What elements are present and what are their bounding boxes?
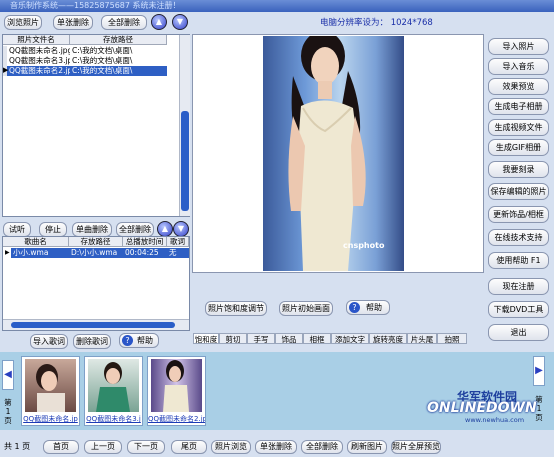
listen-button[interactable]: 试听 [3,222,31,237]
import-music-button[interactable]: 导入音乐 [488,58,549,75]
photo-row-path-selected[interactable]: C:\我的文档\桌面\ [70,66,167,76]
song-row-name[interactable]: 小小.wma [11,248,69,258]
help-label: 帮助 [366,303,382,312]
help-icon: ? [122,335,133,346]
thumbnail-caption[interactable]: QQ截图未命名2.jp [148,414,205,424]
window-title: 音乐制作系统——15825875687 系统未注册！ [0,0,554,12]
onlinedown-logo: 华军软件园 ONLINEDOWN www.newhua.com [427,390,537,424]
delete-single-song-button[interactable]: 单曲删除 [72,222,112,237]
next-page-button[interactable]: 下一页 [127,440,165,454]
song-row-path[interactable]: D:\小小.wma [69,248,123,258]
column-header-path[interactable]: 存放路径 [69,237,123,247]
refresh-photos-button[interactable]: 刷新图片 [347,440,387,454]
arrow-down-icon[interactable]: ▼ [172,14,188,30]
scrollbar-thumb[interactable] [11,322,175,328]
help-f1-button[interactable]: 使用帮助 F1 [488,252,549,269]
arrow-up-icon[interactable]: ▲ [151,14,167,30]
song-row-duration[interactable]: 00:04:25 [123,248,167,258]
thumbnail-item-selected[interactable]: QQ截图未命名2.jp [147,356,206,426]
photo-row-name[interactable]: QQ截图未命名3.jp [7,56,70,66]
saturation-adjust-button[interactable]: 照片饱和度调节 [205,301,267,316]
last-page-button[interactable]: 尾页 [171,440,207,454]
create-video-button[interactable]: 生成视频文件 [488,119,549,136]
tab-crop[interactable]: 剪切 [219,333,247,344]
online-support-button[interactable]: 在线技术支持 [488,229,549,246]
photo-row-path[interactable]: C:\我的文档\桌面\ [70,46,167,56]
update-ornaments-button[interactable]: 更新饰品/相框 [488,206,549,223]
help-icon: ? [349,302,360,313]
resolution-label: 电脑分辨率设为： 1024*768 [320,18,433,28]
photo-browse-button[interactable]: 照片浏览 [211,440,251,454]
photo-help-button[interactable]: ? 帮助 [346,300,390,315]
photo-watermark: cnsphoto [343,241,385,250]
create-gif-button[interactable]: 生成GIF相册 [488,139,549,156]
tab-intro-outro[interactable]: 片头尾 [407,333,437,344]
help-button[interactable]: ? 帮助 [119,333,159,348]
scrollbar-thumb[interactable] [181,111,189,211]
tab-add-text[interactable]: 添加文字 [331,333,369,344]
photo-list: 照片文件名 存放路径 QQ截图未命名.jpg C:\我的文档\桌面\ QQ截图未… [2,34,190,217]
import-photos-button[interactable]: 导入照片 [488,38,549,55]
thumbnail-image [25,359,76,412]
thumbnail-item[interactable]: QQ截图未命名3.j [84,356,143,426]
save-edited-photo-button[interactable]: 保存编辑的照片 [488,183,549,200]
photo-row-path[interactable]: C:\我的文档\桌面\ [70,56,167,66]
thumbnail-image [151,359,202,412]
exit-button[interactable]: 退出 [488,324,549,341]
thumbnail-caption[interactable]: QQ截图未命名3.j [85,414,142,424]
photo-row-name-selected[interactable]: QQ截图未命名2.jp [7,66,70,76]
effect-preview-button[interactable]: 效果预览 [488,78,549,95]
create-album-button[interactable]: 生成电子相册 [488,98,549,115]
delete-all-button[interactable]: 全部删除 [301,440,343,454]
thumbnail-image [88,359,139,412]
download-dvd-tool-button[interactable]: 下载DVD工具 [488,301,549,318]
row-pointer-icon: ▶ [5,249,10,256]
delete-all-songs-button[interactable]: 全部删除 [116,222,154,237]
column-header-filename[interactable]: 照片文件名 [3,35,70,45]
arrow-right-icon[interactable]: ▶ [533,356,545,386]
tab-rotate-brightness[interactable]: 旋转亮度 [369,333,407,344]
tab-camera[interactable]: 拍照 [437,333,467,344]
delete-lyrics-button[interactable]: 删除歌词 [73,334,111,349]
column-header-duration[interactable]: 总播放时间 [123,237,167,247]
delete-single-button[interactable]: 单张删除 [255,440,297,454]
tab-saturation[interactable]: 饱和度 [193,333,219,344]
column-header-path[interactable]: 存放路径 [70,35,167,45]
fullscreen-preview-button[interactable]: 照片全屏预览 [391,440,441,454]
song-row-lyrics[interactable]: 无 [167,248,189,258]
import-lyrics-button[interactable]: 导入歌词 [30,334,68,349]
tab-frame[interactable]: 相框 [303,333,331,344]
arrow-up-icon[interactable]: ▲ [157,221,173,237]
delete-all-photos-button[interactable]: 全部删除 [101,15,147,30]
register-button[interactable]: 现在注册 [488,278,549,295]
arrow-left-icon[interactable]: ◀ [2,360,14,390]
browse-photos-button[interactable]: 浏览照片 [4,15,42,30]
tab-ornament[interactable]: 饰品 [275,333,303,344]
photo-row-name[interactable]: QQ截图未命名.jpg [7,46,70,56]
page-indicator-left: 第1页 [4,398,12,425]
prev-page-button[interactable]: 上一页 [84,440,122,454]
music-list: 歌曲名 存放路径 总播放时间 歌词 ▶ 小小.wma D:\小小.wma 00:… [2,236,190,331]
column-header-song[interactable]: 歌曲名 [3,237,69,247]
column-header-lyrics[interactable]: 歌词 [167,237,189,247]
tab-handwrite[interactable]: 手写 [247,333,275,344]
arrow-down-icon[interactable]: ▼ [173,221,189,237]
row-pointer-icon: ▶ [3,66,9,74]
thumbnail-caption[interactable]: QQ截图未命名.jp [22,414,79,424]
help-label: 帮助 [137,336,153,345]
thumbnail-item[interactable]: QQ截图未命名.jp [21,356,80,426]
photo-initial-button[interactable]: 照片初始画面 [279,301,333,316]
stop-button[interactable]: 停止 [39,222,67,237]
first-page-button[interactable]: 首页 [43,440,79,454]
preview-photo: cnsphoto [263,36,404,271]
total-pages-label: 共 1 页 [4,442,31,451]
burn-disc-button[interactable]: 我要刻录 [488,161,549,178]
music-list-hscrollbar[interactable] [3,319,189,330]
delete-single-photo-button[interactable]: 单张删除 [53,15,93,30]
